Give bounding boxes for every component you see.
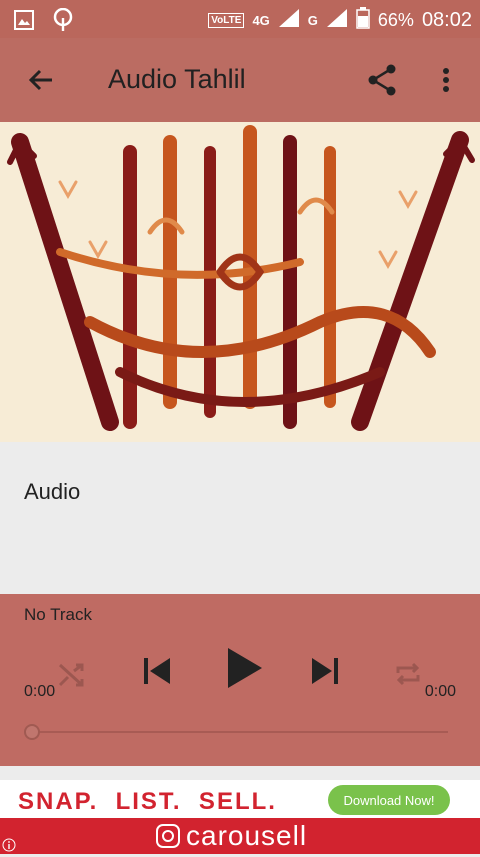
clock: 08:02 [421,9,472,31]
skip-previous-icon[interactable] [133,647,181,695]
signal-icon [326,8,348,33]
app-bar: Audio Tahlil [0,38,480,122]
divider [0,766,480,780]
network-4g-label: 4G [252,13,270,28]
ad-banner[interactable]: SNAP. LIST. SELL. Download Now! carousel… [0,780,480,854]
section-label: Audio [24,479,81,504]
share-icon[interactable] [362,60,402,100]
more-vert-icon[interactable] [428,60,464,100]
skip-next-icon[interactable] [301,647,349,695]
download-now-button[interactable]: Download Now! [328,785,450,815]
signal-icon [278,8,300,33]
shuffle-icon[interactable] [50,652,94,696]
ad-brand-name: carousell [186,820,308,851]
track-title: No Track [24,605,93,624]
volte-badge: VoLTE [208,13,245,28]
seek-thumb[interactable] [24,724,40,740]
play-icon[interactable] [218,642,270,694]
carousell-logo-icon [156,824,180,848]
duration-time: 0:00 [424,683,456,700]
page-title: Audio Tahlil [108,64,246,94]
network-g-label: G [307,13,318,28]
content-area: Audio [0,442,480,594]
tree-icon [52,7,74,37]
battery-percent: 66% [377,10,414,30]
seek-track [32,731,448,733]
repeat-icon[interactable] [386,652,430,696]
seek-bar[interactable] [24,724,448,740]
back-arrow-icon[interactable] [22,60,62,100]
info-icon[interactable] [2,838,16,852]
calligraphy-artwork [0,122,480,442]
audio-player: No Track 0:00 0:00 [0,594,480,766]
status-bar: VoLTE 4G G 66% 08:02 [0,0,480,38]
ad-slogan: SNAP. LIST. SELL. [18,788,277,815]
ad-brand-strip: carousell [0,818,480,854]
battery-icon [356,7,370,34]
elapsed-time: 0:00 [24,683,56,700]
image-icon [14,10,34,35]
